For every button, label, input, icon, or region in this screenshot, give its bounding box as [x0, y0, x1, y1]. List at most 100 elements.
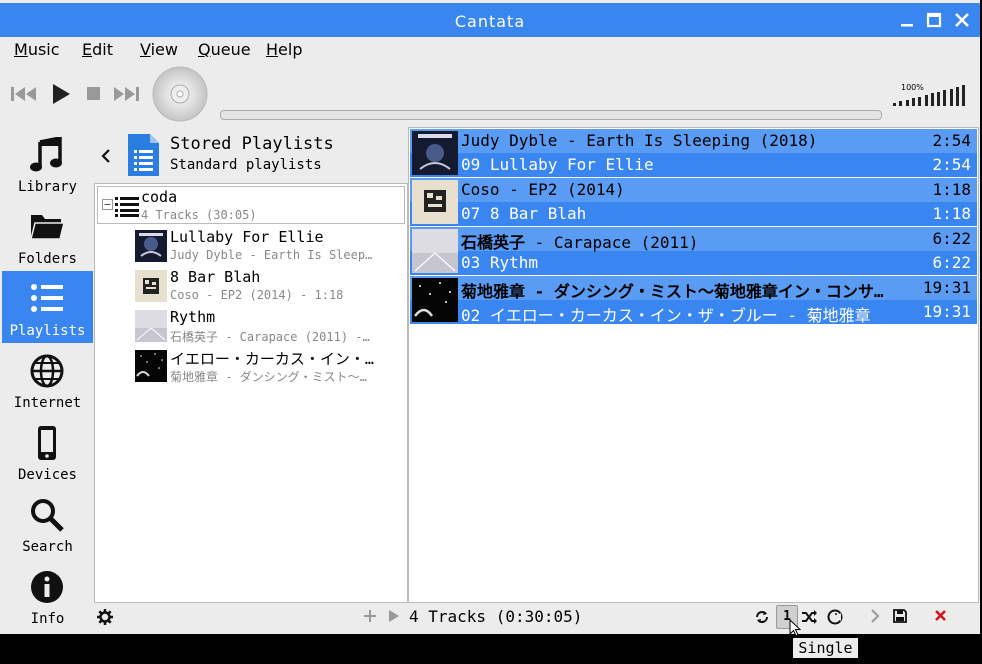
maximize-icon[interactable] — [925, 11, 943, 29]
menu-music-mnemonic: M — [14, 40, 28, 59]
album-art-carapace — [135, 310, 167, 342]
consume-icon[interactable] — [827, 609, 843, 625]
panel-title: Stored Playlists — [170, 134, 334, 154]
track-subtitle: Judy Dyble - Earth Is Sleep… — [170, 248, 373, 262]
sidebar-item-devices[interactable]: Devices — [2, 415, 93, 487]
play-playlist-icon[interactable] — [388, 609, 400, 623]
sidebar-item-internet[interactable]: Internet — [2, 343, 93, 415]
list-item[interactable]: イエロー・カーカス・イン・… 菊地雅章 - ダンシング・ミスト〜… — [135, 346, 401, 386]
menu-view[interactable]: View — [140, 40, 178, 59]
album-duration: 1:18 — [932, 180, 971, 199]
sidebar-item-label: Library — [17, 179, 77, 195]
volume-bar — [918, 96, 922, 106]
volume-bar — [905, 99, 909, 106]
album-art-earth-is-sleeping — [135, 230, 167, 262]
menu-edit-label: dit — [92, 40, 113, 59]
album-header: Coso - EP2 (2014) — [461, 180, 625, 199]
menu-edit[interactable]: Edit — [82, 40, 113, 59]
folder-icon — [30, 215, 65, 240]
track-title: Lullaby For Ellie — [170, 228, 324, 246]
globe-icon — [30, 354, 64, 388]
menu-music[interactable]: Music — [14, 40, 60, 59]
save-icon[interactable] — [893, 609, 907, 623]
track-title: 07 8 Bar Blah — [461, 204, 587, 223]
menu-queue-mnemonic: Q — [198, 40, 211, 59]
playlists-panel-header: Stored Playlists Standard playlists — [94, 128, 408, 182]
add-icon[interactable] — [363, 609, 377, 623]
list-item[interactable]: Rythm 石橋英子 - Carapace (2011) -… — [135, 306, 401, 346]
volume-bar — [962, 85, 966, 106]
stop-icon[interactable] — [86, 86, 102, 102]
album-art-dancing-mist — [412, 278, 458, 322]
album-art-ep2 — [412, 180, 458, 224]
next-chevron-icon[interactable] — [870, 609, 880, 623]
volume-bar — [956, 87, 959, 106]
playlist-document-icon — [128, 134, 159, 176]
track-subtitle: 菊地雅章 - ダンシング・ミスト〜… — [170, 370, 367, 384]
search-icon — [31, 499, 64, 532]
volume-bar — [943, 90, 947, 106]
play-queue: Judy Dyble - Earth Is Sleeping (2018) 2:… — [408, 127, 979, 603]
repeat-icon[interactable] — [754, 609, 770, 625]
sidebar-item-library[interactable]: Library — [2, 127, 93, 199]
track-title: 03 Rythm — [461, 253, 539, 272]
menu-bar: Music Edit View Queue Help — [0, 37, 980, 63]
play-icon[interactable] — [50, 82, 72, 106]
volume-slider[interactable] — [893, 84, 971, 106]
music-note-icon — [30, 137, 62, 172]
track-subtitle: Coso - EP2 (2014) - 1:18 — [170, 288, 344, 302]
seek-slider[interactable] — [220, 110, 882, 120]
sidebar-item-label: Internet — [13, 395, 82, 411]
gear-icon[interactable] — [97, 609, 113, 625]
menu-queue-label: ueue — [210, 40, 251, 59]
queue-group[interactable]: Coso - EP2 (2014) 1:18 07 8 Bar Blah 1:1… — [410, 178, 977, 226]
list-icon — [31, 284, 63, 312]
main-window: Cantata Music Edit View Queue Help 100% … — [0, 0, 980, 634]
sidebar-item-folders[interactable]: Folders — [2, 199, 93, 271]
mouse-cursor-icon — [789, 619, 802, 637]
previous-track-icon[interactable] — [10, 84, 38, 104]
minimize-icon[interactable] — [898, 11, 916, 29]
menu-queue[interactable]: Queue — [198, 40, 251, 59]
volume-bar — [893, 103, 896, 106]
playlist-summary: 4 Tracks (30:05) — [141, 208, 257, 222]
album-art-earth-is-sleeping — [412, 131, 458, 175]
clear-queue-icon[interactable] — [934, 609, 947, 622]
volume-bar — [930, 93, 934, 106]
sidebar-item-playlists[interactable]: Playlists — [2, 271, 93, 343]
sidebar-item-label: Search — [22, 539, 73, 555]
playlist-tree: coda 4 Tracks (30:05) Lullaby For Ellie … — [94, 183, 408, 603]
playlist-row[interactable]: coda 4 Tracks (30:05) — [97, 186, 405, 224]
window-title: Cantata — [454, 12, 526, 31]
track-subtitle: 石橋英子 - Carapace (2011) -… — [170, 330, 370, 344]
menu-help-label: elp — [278, 40, 303, 59]
next-track-icon[interactable] — [112, 84, 140, 104]
sidebar-item-label: Playlists — [9, 323, 86, 339]
back-chevron-icon[interactable] — [100, 148, 112, 164]
sidebar-item-search[interactable]: Search — [2, 487, 93, 559]
menu-view-label: iew — [150, 40, 178, 59]
volume-bar — [899, 101, 903, 106]
queue-group[interactable]: Judy Dyble - Earth Is Sleeping (2018) 2:… — [410, 129, 977, 177]
album-header: Judy Dyble - Earth Is Sleeping (2018) — [461, 131, 818, 150]
menu-help[interactable]: Help — [266, 40, 302, 59]
title-bar: Cantata — [0, 3, 980, 37]
volume-bar — [911, 98, 915, 106]
track-title: 09 Lullaby For Ellie — [461, 155, 654, 174]
track-duration: 19:31 — [922, 302, 971, 321]
info-icon — [31, 571, 63, 603]
panel-subtitle: Standard playlists — [170, 157, 322, 173]
status-bar: 4 Tracks (0:30:05) 1 — [0, 601, 980, 633]
shuffle-icon[interactable] — [801, 609, 818, 625]
queue-group[interactable]: 菊地雅章 - ダンシング・ミスト〜菊地雅章イン・コンサ… 19:31 02 イエ… — [410, 276, 977, 325]
collapse-icon[interactable] — [102, 199, 113, 210]
volume-bar — [924, 95, 928, 106]
cover-art-cd-icon[interactable] — [152, 66, 208, 122]
queue-group[interactable]: 石橋英子 - Carapace (2011) 6:22 03 Rythm 6:2… — [410, 227, 977, 275]
album-header: 菊地雅章 - ダンシング・ミスト〜菊地雅章イン・コンサ… — [461, 282, 884, 301]
list-item[interactable]: Lullaby For Ellie Judy Dyble - Earth Is … — [135, 226, 401, 266]
album-duration: 19:31 — [922, 278, 971, 297]
volume-bar — [949, 88, 953, 106]
close-icon[interactable] — [953, 11, 971, 29]
list-item[interactable]: 8 Bar Blah Coso - EP2 (2014) - 1:18 — [135, 266, 401, 306]
